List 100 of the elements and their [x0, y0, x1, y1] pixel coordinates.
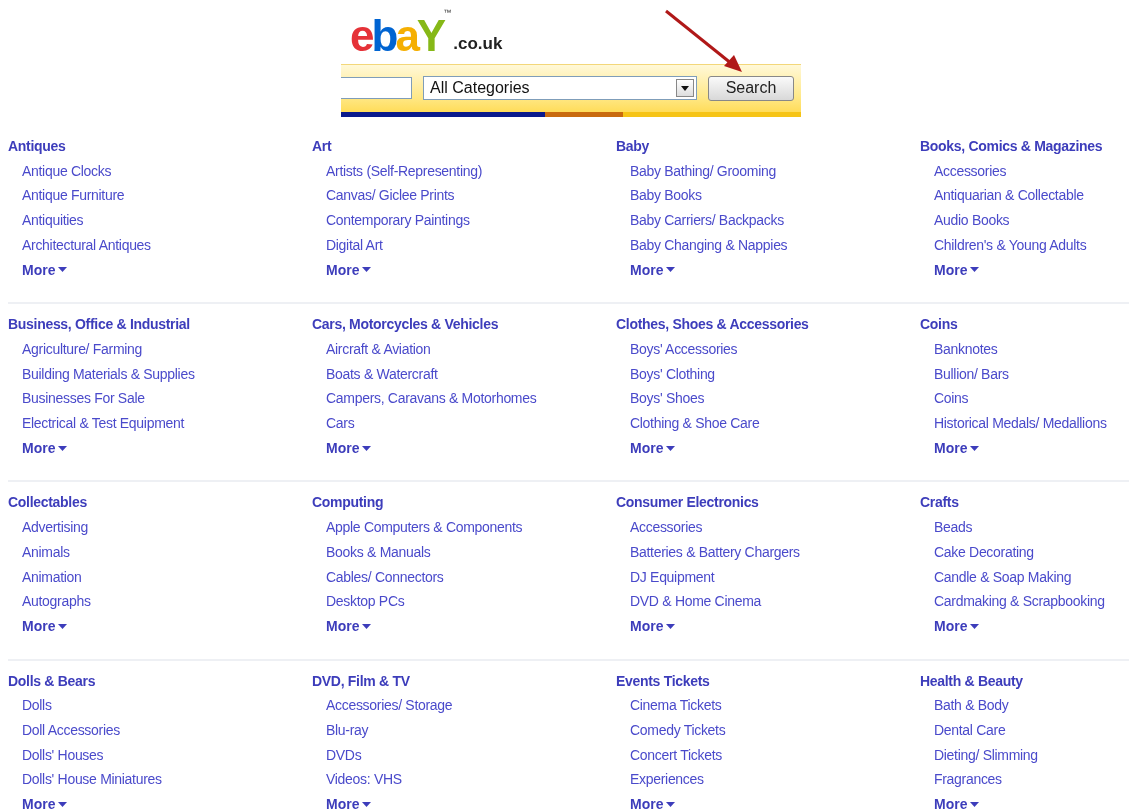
- subcategory-link[interactable]: Building Materials & Supplies: [22, 361, 195, 387]
- dropdown-caret-icon[interactable]: [676, 79, 694, 97]
- category-heading-link[interactable]: Computing: [312, 490, 384, 516]
- category-heading-link[interactable]: Art: [312, 134, 332, 159]
- subcategory-link[interactable]: Dolls' House Miniatures: [22, 767, 162, 793]
- category-heading-link[interactable]: Collectables: [8, 490, 87, 516]
- subcategory-link[interactable]: Historical Medals/ Medallions: [934, 411, 1107, 436]
- more-link[interactable]: More: [934, 435, 980, 461]
- subcategory-link[interactable]: Videos: VHS: [326, 767, 402, 793]
- subcategory-link[interactable]: Fragrances: [934, 767, 1002, 793]
- subcategory-link[interactable]: Baby Carriers/ Backpacks: [630, 208, 784, 233]
- more-link[interactable]: More: [934, 613, 980, 639]
- more-link[interactable]: More: [22, 613, 68, 639]
- subcategory-link[interactable]: DVD & Home Cinema: [630, 589, 762, 614]
- subcategory-link[interactable]: Doll Accessories: [22, 718, 120, 743]
- subcategory-link[interactable]: Boys' Accessories: [630, 336, 738, 362]
- category-heading-link[interactable]: Health & Beauty: [920, 668, 1023, 694]
- subcategory-link[interactable]: Boys' Shoes: [630, 386, 705, 412]
- subcategory-link[interactable]: Cables/ Connectors: [326, 564, 444, 590]
- subcategory-link[interactable]: Architectural Antiques: [22, 232, 151, 258]
- subcategory-link[interactable]: Contemporary Paintings: [326, 208, 470, 233]
- subcategory-link[interactable]: Digital Art: [326, 232, 383, 258]
- subcategory-link[interactable]: Desktop PCs: [326, 589, 405, 614]
- subcategory-link[interactable]: Experiences: [630, 767, 704, 793]
- subcategory-link[interactable]: Animation: [22, 564, 82, 590]
- subcategory-link[interactable]: Bullion/ Bars: [934, 361, 1009, 387]
- more-link[interactable]: More: [326, 257, 372, 283]
- more-link[interactable]: More: [630, 435, 676, 461]
- subcategory-link[interactable]: Candle & Soap Making: [934, 564, 1072, 590]
- subcategory-link[interactable]: Campers, Caravans & Motorhomes: [326, 386, 537, 412]
- category-heading-link[interactable]: Baby: [616, 134, 650, 159]
- category-dropdown[interactable]: All Categories: [423, 76, 697, 100]
- more-link[interactable]: More: [22, 435, 68, 461]
- subcategory-link[interactable]: Antique Furniture: [22, 183, 125, 209]
- more-link[interactable]: More: [934, 792, 980, 809]
- more-link[interactable]: More: [630, 613, 676, 639]
- category-heading-link[interactable]: Events Tickets: [616, 668, 710, 694]
- subcategory-link[interactable]: DVDs: [326, 742, 362, 768]
- subcategory-link[interactable]: Baby Changing & Nappies: [630, 232, 788, 258]
- more-link[interactable]: More: [22, 257, 68, 283]
- subcategory-link[interactable]: Audio Books: [934, 208, 1010, 233]
- subcategory-link[interactable]: Baby Books: [630, 183, 702, 209]
- category-heading-link[interactable]: Consumer Electronics: [616, 490, 759, 516]
- subcategory-link[interactable]: Dental Care: [934, 718, 1006, 743]
- subcategory-link[interactable]: Cinema Tickets: [630, 693, 722, 719]
- search-field[interactable]: [341, 77, 412, 99]
- subcategory-link[interactable]: Businesses For Sale: [22, 386, 145, 412]
- subcategory-link[interactable]: Batteries & Battery Chargers: [630, 539, 800, 565]
- category-heading-link[interactable]: Dolls & Bears: [8, 668, 96, 694]
- subcategory-link[interactable]: Cardmaking & Scrapbooking: [934, 589, 1105, 614]
- search-button[interactable]: Search: [708, 75, 794, 101]
- category-heading-link[interactable]: Business, Office & Industrial: [8, 312, 190, 337]
- subcategory-link[interactable]: Apple Computers & Components: [326, 515, 523, 540]
- subcategory-link[interactable]: Advertising: [22, 515, 88, 540]
- subcategory-link[interactable]: DJ Equipment: [630, 564, 715, 590]
- subcategory-link[interactable]: Baby Bathing/ Grooming: [630, 158, 776, 184]
- subcategory-link[interactable]: Dieting/ Slimming: [934, 742, 1038, 768]
- subcategory-link[interactable]: Electrical & Test Equipment: [22, 411, 185, 436]
- subcategory-link[interactable]: Books & Manuals: [326, 539, 431, 565]
- category-heading-link[interactable]: DVD, Film & TV: [312, 668, 410, 694]
- more-link[interactable]: More: [22, 792, 68, 809]
- subcategory-link[interactable]: Beads: [934, 515, 973, 540]
- category-heading-link[interactable]: Books, Comics & Magazines: [920, 134, 1103, 159]
- subcategory-link[interactable]: Antiquities: [22, 208, 84, 233]
- more-link[interactable]: More: [630, 792, 676, 809]
- subcategory-link[interactable]: Autographs: [22, 589, 91, 614]
- more-link[interactable]: More: [326, 435, 372, 461]
- subcategory-link[interactable]: Dolls: [22, 693, 52, 719]
- more-link[interactable]: More: [934, 257, 980, 283]
- subcategory-link[interactable]: Animals: [22, 539, 70, 565]
- subcategory-link[interactable]: Banknotes: [934, 336, 998, 362]
- subcategory-link[interactable]: Antique Clocks: [22, 158, 112, 184]
- subcategory-link[interactable]: Aircraft & Aviation: [326, 336, 431, 362]
- subcategory-link[interactable]: Accessories: [630, 515, 703, 540]
- subcategory-link[interactable]: Children's & Young Adults: [934, 232, 1087, 258]
- subcategory-link[interactable]: Cake Decorating: [934, 539, 1034, 565]
- category-heading-link[interactable]: Antiques: [8, 134, 66, 159]
- subcategory-link[interactable]: Canvas/ Giclee Prints: [326, 183, 455, 209]
- subcategory-link[interactable]: Boys' Clothing: [630, 361, 715, 387]
- subcategory-link[interactable]: Agriculture/ Farming: [22, 336, 143, 362]
- category-heading-link[interactable]: Coins: [920, 312, 958, 337]
- subcategory-link[interactable]: Blu-ray: [326, 718, 369, 743]
- subcategory-link[interactable]: Accessories: [934, 158, 1007, 184]
- subcategory-link[interactable]: Dolls' Houses: [22, 742, 104, 768]
- subcategory-link[interactable]: Concert Tickets: [630, 742, 722, 768]
- subcategory-link[interactable]: Comedy Tickets: [630, 718, 726, 743]
- subcategory-link[interactable]: Accessories/ Storage: [326, 693, 453, 719]
- subcategory-link[interactable]: Clothing & Shoe Care: [630, 411, 760, 436]
- more-link[interactable]: More: [326, 792, 372, 809]
- category-heading-link[interactable]: Crafts: [920, 490, 959, 516]
- subcategory-link[interactable]: Antiquarian & Collectable: [934, 183, 1084, 209]
- subcategory-link[interactable]: Boats & Watercraft: [326, 361, 438, 387]
- category-heading-link[interactable]: Cars, Motorcycles & Vehicles: [312, 312, 499, 337]
- subcategory-link[interactable]: Artists (Self-Representing): [326, 158, 483, 184]
- more-link[interactable]: More: [326, 613, 372, 639]
- subcategory-link[interactable]: Cars: [326, 411, 355, 436]
- more-link[interactable]: More: [630, 257, 676, 283]
- category-heading-link[interactable]: Clothes, Shoes & Accessories: [616, 312, 809, 337]
- subcategory-link[interactable]: Coins: [934, 386, 969, 412]
- subcategory-link[interactable]: Bath & Body: [934, 693, 1009, 719]
